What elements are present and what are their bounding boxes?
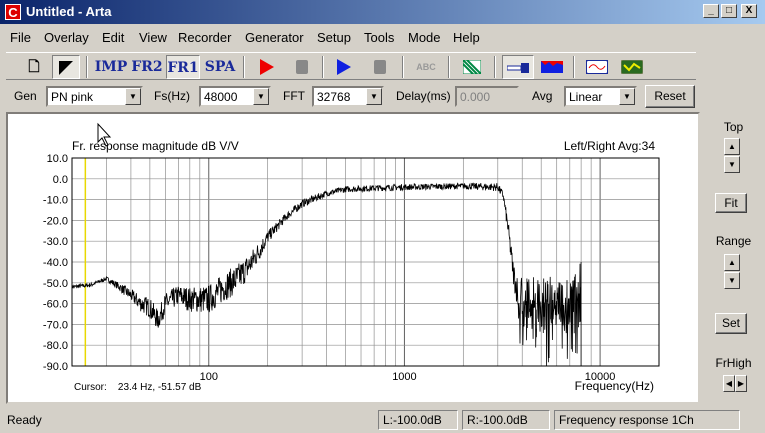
sample-rate-select[interactable]: 48000 ▼ — [199, 86, 271, 107]
abc-button[interactable]: ABC — [411, 55, 441, 79]
y-tick-label: 10.0 — [47, 153, 68, 165]
frhigh-right-button[interactable]: ▶ — [735, 375, 747, 392]
delay-input[interactable]: 0.000 — [455, 86, 519, 107]
menu-file[interactable]: File — [10, 30, 31, 45]
stop-icon[interactable] — [366, 55, 394, 79]
close-button[interactable]: X — [741, 4, 757, 18]
avg-label: Avg — [532, 89, 553, 103]
menu-recorder[interactable]: Recorder — [178, 30, 231, 45]
cursor-readout: Cursor: 23.4 Hz, -51.57 dB — [74, 382, 202, 393]
new-document-icon[interactable]: 🗋 — [20, 55, 48, 79]
y-tick-label: -70.0 — [43, 319, 68, 331]
menu-mode[interactable]: Mode — [408, 30, 441, 45]
plot-panel[interactable]: Fr. response magnitude dB V/V Left/Right… — [6, 112, 700, 404]
spa-button[interactable]: SPA — [203, 55, 237, 79]
fr1-button[interactable]: FR1 — [166, 55, 200, 79]
top-up-button[interactable]: ▲ — [724, 138, 740, 155]
frequency-response-chart[interactable]: Fr. response magnitude dB V/V Left/Right… — [8, 114, 698, 402]
y-tick-label: -30.0 — [43, 236, 68, 248]
y-tick-label: -90.0 — [43, 361, 68, 373]
probe-icon[interactable] — [502, 55, 534, 79]
chevron-down-icon[interactable]: ▼ — [366, 88, 382, 105]
range-up-button[interactable]: ▲ — [724, 254, 740, 271]
hatch-icon[interactable] — [458, 55, 486, 79]
x-tick-label: 10000 — [585, 371, 616, 383]
sample-rate-value: 48000 — [204, 90, 238, 104]
cursor-mode-button[interactable] — [52, 55, 80, 79]
frhigh-left-button[interactable]: ◀ — [723, 375, 735, 392]
gen-label: Gen — [14, 89, 37, 103]
y-tick-label: -10.0 — [43, 195, 68, 207]
status-mode: Frequency response 1Ch — [554, 410, 740, 430]
triangle-icon — [59, 61, 73, 75]
status-ready: Ready — [7, 413, 42, 427]
chevron-down-icon[interactable]: ▼ — [125, 88, 141, 105]
window-title: Untitled - Arta — [26, 4, 112, 19]
oscilloscope-icon[interactable] — [582, 55, 612, 79]
signal-icon[interactable] — [617, 55, 647, 79]
frhigh-label: FrHigh — [715, 356, 752, 370]
range-label: Range — [715, 234, 752, 248]
fft-value: 32768 — [317, 90, 351, 104]
record-stop-icon[interactable] — [288, 55, 316, 79]
minimize-button[interactable]: _ — [703, 4, 719, 18]
delay-label: Delay(ms) — [396, 89, 451, 103]
right-panel: Top ▲ ▼ Fit Range ▲ ▼ Set FrHigh ◀ ▶ — [702, 112, 765, 404]
menu-bar: File Overlay Edit View Recorder Generato… — [0, 26, 765, 48]
fft-label: FFT — [283, 89, 305, 103]
menu-setup[interactable]: Setup — [317, 30, 351, 45]
delay-value: 0.000 — [460, 90, 491, 104]
status-bar: Ready L:-100.0dB R:-100.0dB Frequency re… — [0, 407, 765, 433]
x-tick-label: 100 — [200, 371, 218, 383]
chart-title: Fr. response magnitude dB V/V — [72, 139, 239, 153]
range-down-button[interactable]: ▼ — [724, 272, 740, 289]
app-icon: C — [5, 4, 21, 20]
top-label: Top — [723, 120, 744, 134]
status-right-level: R:-100.0dB — [462, 410, 550, 430]
fr2-button[interactable]: FR2 — [131, 55, 163, 79]
menu-generator[interactable]: Generator — [245, 30, 304, 45]
y-tick-label: -80.0 — [43, 340, 68, 352]
imp-button[interactable]: IMP — [94, 55, 128, 79]
y-tick-label: -50.0 — [43, 278, 68, 290]
status-left-level: L:-100.0dB — [378, 410, 458, 430]
y-tick-label: -60.0 — [43, 299, 68, 311]
chevron-down-icon[interactable]: ▼ — [253, 88, 269, 105]
record-play-icon[interactable] — [253, 55, 281, 79]
reset-button[interactable]: Reset — [645, 85, 695, 108]
chart-title-right: Left/Right Avg:34 — [564, 139, 656, 153]
fit-button[interactable]: Fit — [715, 193, 747, 213]
play-icon[interactable] — [330, 55, 358, 79]
menu-tools[interactable]: Tools — [364, 30, 394, 45]
y-tick-label: -20.0 — [43, 215, 68, 227]
generator-select[interactable]: PN pink ▼ — [46, 86, 143, 107]
title-bar: C Untitled - Arta _ □ X — [0, 0, 765, 24]
chevron-down-icon[interactable]: ▼ — [619, 88, 635, 105]
top-down-button[interactable]: ▼ — [724, 156, 740, 173]
menu-help[interactable]: Help — [453, 30, 480, 45]
x-tick-label: 1000 — [392, 371, 416, 383]
avg-select[interactable]: Linear ▼ — [564, 86, 637, 107]
fft-select[interactable]: 32768 ▼ — [312, 86, 384, 107]
spectrum-icon[interactable] — [537, 55, 567, 79]
maximize-button[interactable]: □ — [721, 4, 737, 18]
fs-label: Fs(Hz) — [154, 89, 190, 103]
menu-overlay[interactable]: Overlay — [44, 30, 89, 45]
menu-edit[interactable]: Edit — [102, 30, 124, 45]
avg-value: Linear — [569, 90, 603, 104]
set-button[interactable]: Set — [715, 313, 747, 334]
generator-value: PN pink — [51, 90, 94, 104]
menu-view[interactable]: View — [139, 30, 167, 45]
y-tick-label: 0.0 — [53, 174, 68, 186]
toolbar: 🗋 IMP FR2 FR1 SPA ABC — [6, 52, 696, 80]
y-tick-label: -40.0 — [43, 257, 68, 269]
